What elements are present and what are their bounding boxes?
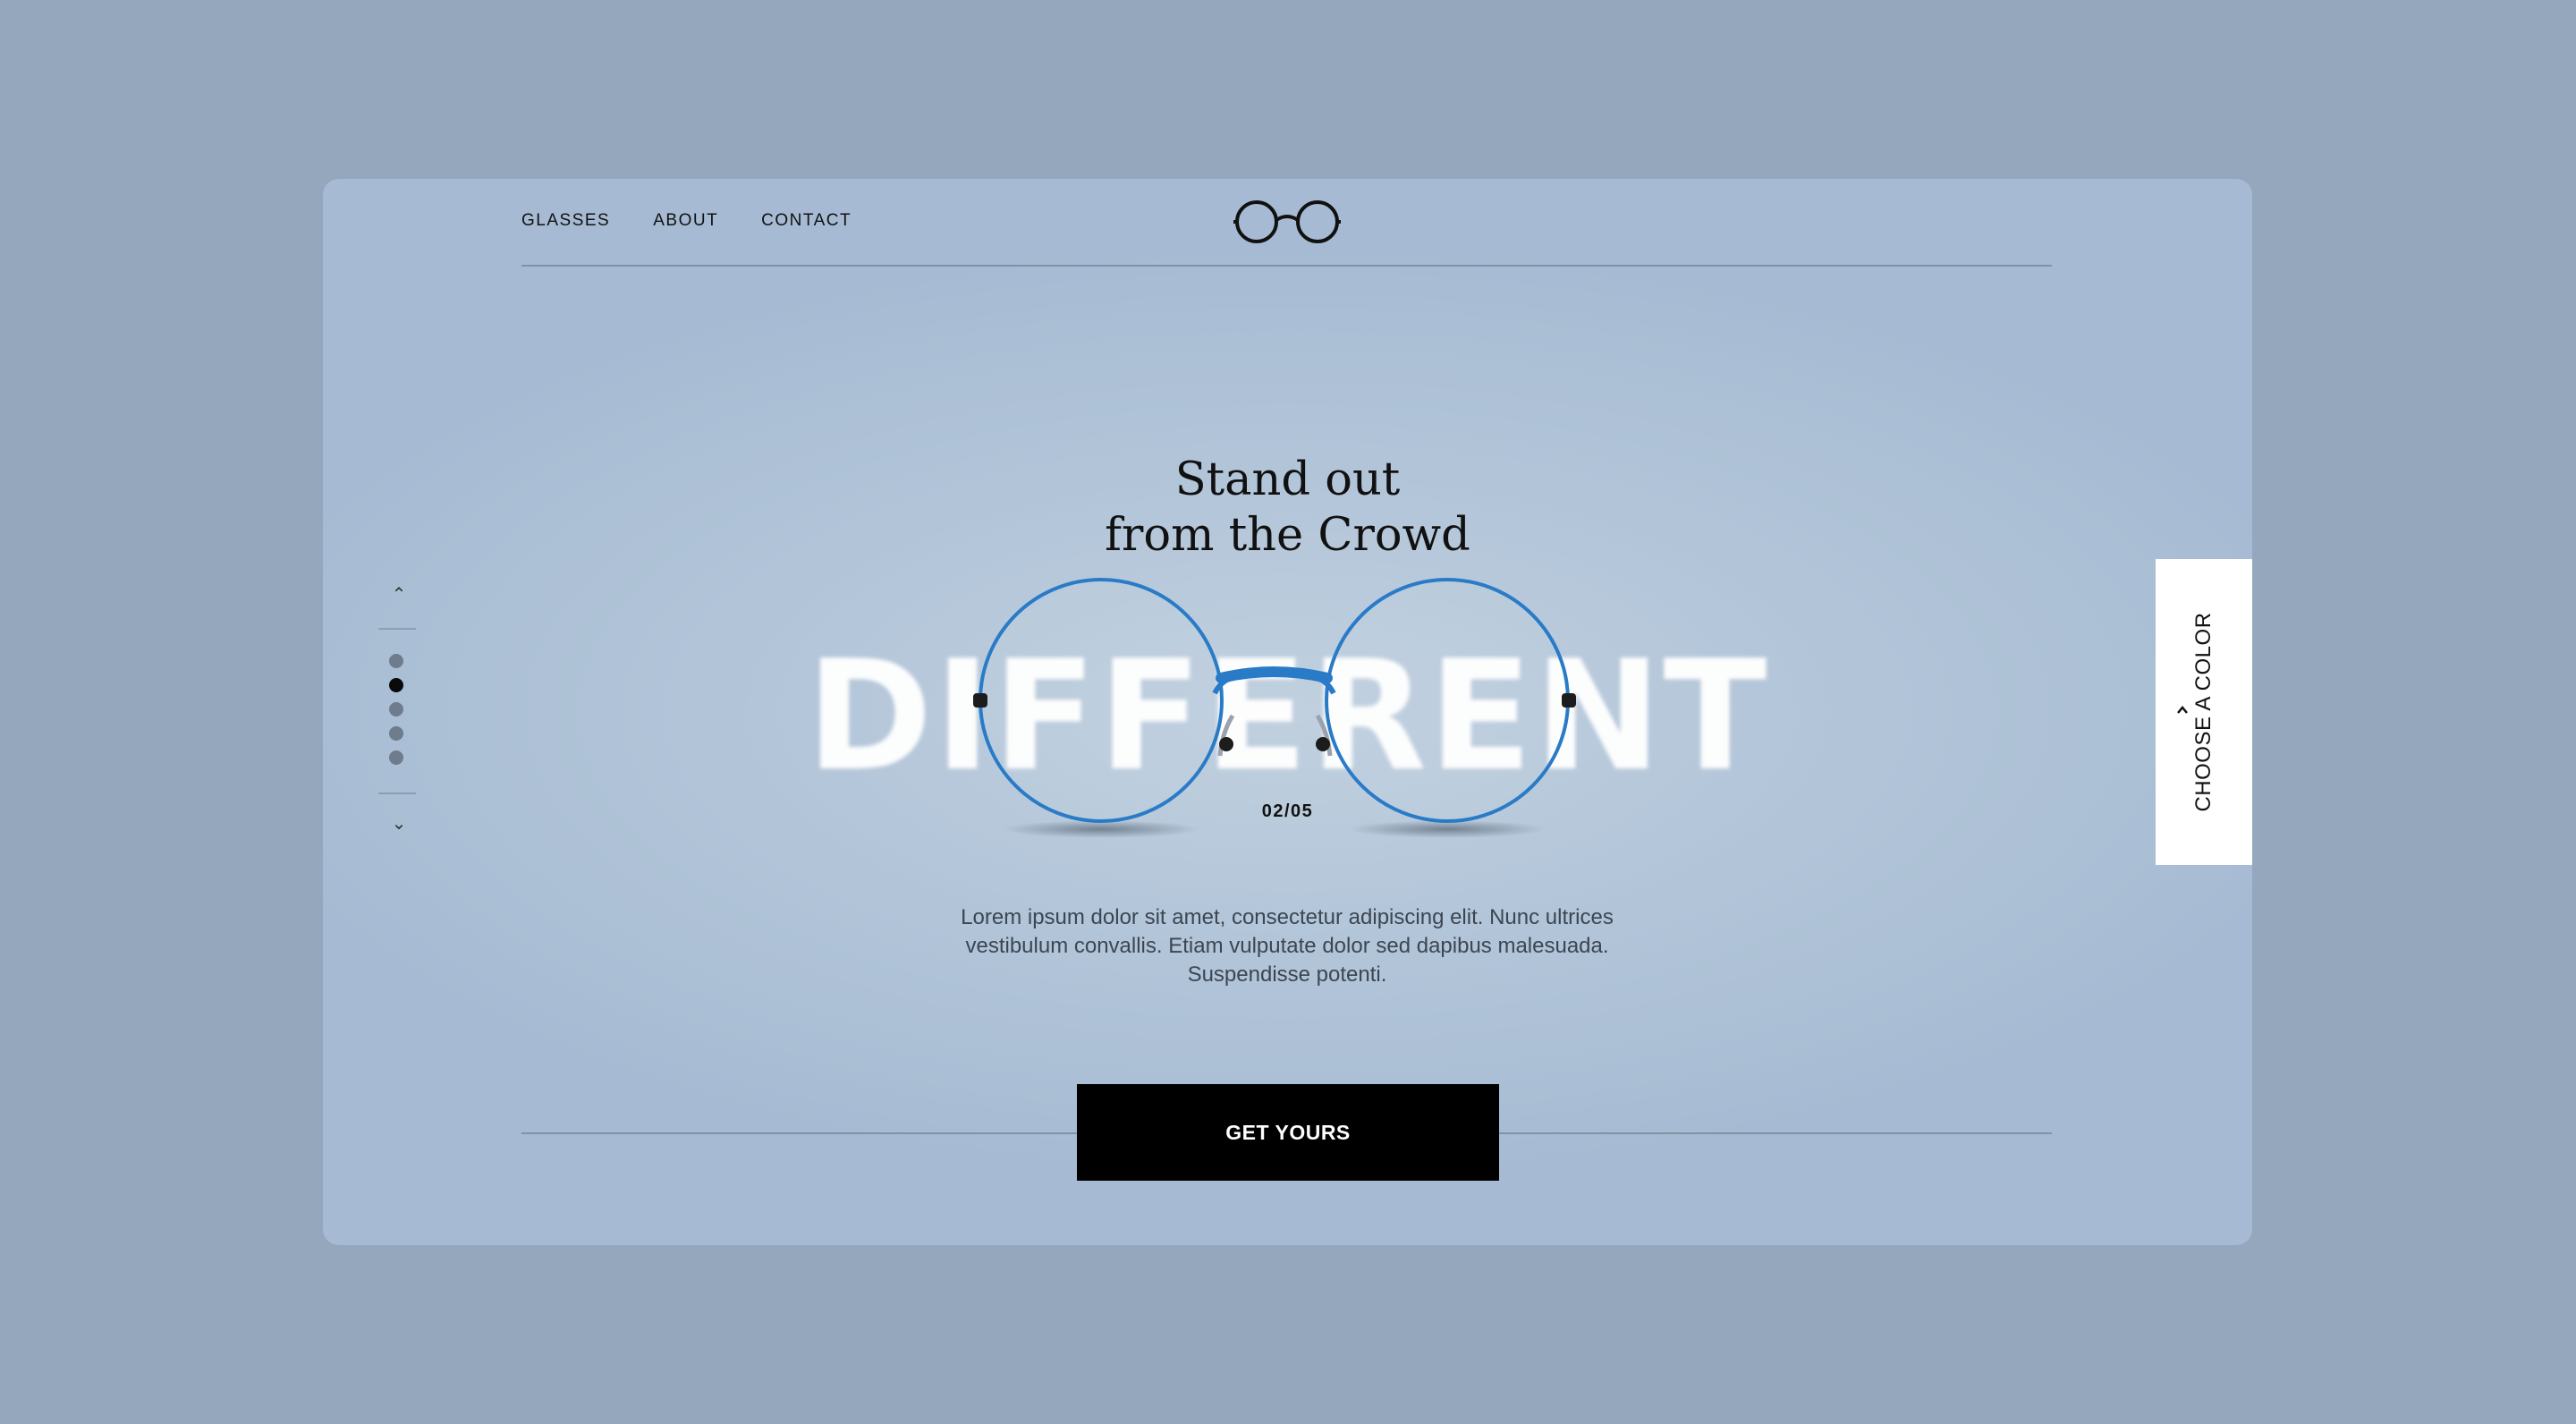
chevron-up-icon[interactable]: ⌃ [386, 583, 412, 605]
choose-color-tab[interactable]: CHOOSE A COLOR [2156, 559, 2252, 865]
hero-card: GLASSES ABOUT CONTACT ⌃ ⌄ Stand out from… [323, 179, 2252, 1245]
get-yours-button[interactable]: GET YOURS [1077, 1084, 1499, 1181]
chevron-left-icon [2177, 706, 2188, 714]
headline-line-1: Stand out [1174, 453, 1401, 506]
nav-item-about[interactable]: ABOUT [653, 211, 718, 231]
header-divider [521, 265, 2052, 267]
hero-description: Lorem ipsum dolor sit amet, consectetur … [961, 905, 1614, 987]
main-nav: GLASSES ABOUT CONTACT [521, 211, 852, 231]
choose-color-label: CHOOSE A COLOR [2191, 612, 2216, 812]
product-glasses-image [973, 578, 1576, 838]
nav-item-glasses[interactable]: GLASSES [521, 211, 610, 231]
hero-headline: Stand out from the Crowd [323, 453, 2252, 564]
nav-item-contact[interactable]: CONTACT [761, 211, 852, 231]
glasses-logo-icon[interactable] [1232, 197, 1343, 247]
headline-line-2: from the Crowd [1105, 509, 1470, 562]
slide-counter: 02/05 [1261, 801, 1314, 821]
